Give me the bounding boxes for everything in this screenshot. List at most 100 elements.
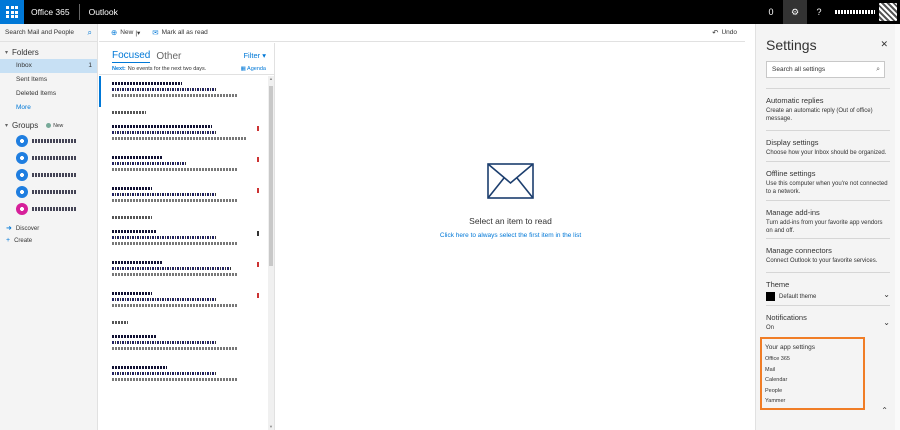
group-avatar-icon <box>16 168 28 181</box>
select-first-item-link[interactable]: Click here to always select the first it… <box>276 232 745 239</box>
flag-icon[interactable] <box>257 262 259 267</box>
agenda-button[interactable]: ▦ Agenda <box>241 66 266 72</box>
theme-selector[interactable]: Default theme <box>766 292 890 301</box>
app-settings-calendar[interactable]: Calendar <box>765 375 863 386</box>
group-item[interactable] <box>0 132 97 149</box>
help-button[interactable]: ? <box>807 0 831 24</box>
folders-header[interactable]: ▾ Folders <box>0 42 97 59</box>
list-item[interactable] <box>99 286 269 317</box>
setting-automatic-replies[interactable]: Automatic replies Create an automatic re… <box>766 88 890 123</box>
notifications-button[interactable]: 0 <box>759 0 783 24</box>
app-settings-office-365[interactable]: Office 365 <box>765 354 863 365</box>
agenda-label: Agenda <box>247 65 266 72</box>
setting-manage-connectors[interactable]: Manage connectors Connect Outlook to you… <box>766 238 890 265</box>
chevron-down-icon[interactable]: ⌄ <box>883 318 890 327</box>
group-name-redacted <box>32 172 76 177</box>
search-mail-box[interactable]: Search Mail and People ⌕ <box>0 24 97 42</box>
flag-icon[interactable] <box>257 157 259 162</box>
list-item[interactable] <box>99 360 269 391</box>
preview-redacted <box>112 168 237 171</box>
folder-deleted-items[interactable]: Deleted Items <box>0 87 97 101</box>
group-item[interactable] <box>0 166 97 183</box>
setting-heading[interactable]: Offline settings <box>766 169 890 178</box>
app-settings-people[interactable]: People <box>765 386 863 397</box>
search-icon[interactable]: ⌕ <box>876 62 880 77</box>
list-item[interactable] <box>99 119 269 150</box>
group-item[interactable] <box>0 149 97 166</box>
group-item[interactable] <box>0 200 97 217</box>
create-label: Create <box>14 238 33 244</box>
settings-gear-icon[interactable]: ⚙ <box>783 0 807 24</box>
setting-offline-settings[interactable]: Offline settings Use this computer when … <box>766 161 890 196</box>
list-item[interactable] <box>99 224 269 255</box>
app-settings-mail[interactable]: Mail <box>765 365 863 376</box>
chevron-down-icon[interactable]: ⌄ <box>883 290 890 299</box>
top-bar: Office 365 Outlook 0 ⚙ ? <box>0 0 900 24</box>
flag-icon[interactable] <box>257 293 259 298</box>
setting-manage-add-ins[interactable]: Manage add-ins Turn add-ins from your fa… <box>766 200 890 235</box>
discover-groups-link[interactable]: ➜ Discover <box>0 223 97 235</box>
scroll-thumb[interactable] <box>269 86 273 266</box>
scroll-down-icon[interactable]: ▼ <box>268 424 274 430</box>
create-group-link[interactable]: + Create <box>0 235 97 247</box>
settings-search-input[interactable]: Search all settings ⌕ <box>766 61 885 78</box>
new-group-button[interactable]: New <box>46 123 63 129</box>
avatar[interactable] <box>879 3 897 21</box>
flag-icon[interactable] <box>257 231 259 236</box>
tab-focused[interactable]: Focused <box>112 50 151 63</box>
list-item[interactable] <box>99 181 269 212</box>
setting-heading: Notifications <box>766 313 807 322</box>
setting-heading[interactable]: Manage connectors <box>766 246 890 255</box>
envelope-icon <box>487 163 534 199</box>
setting-display-settings[interactable]: Display settings Choose how your Inbox s… <box>766 130 890 157</box>
app-launcher-button[interactable] <box>0 0 24 24</box>
close-icon[interactable]: ✕ <box>880 39 888 50</box>
setting-heading[interactable]: Automatic replies <box>766 96 890 105</box>
arrow-icon: ➜ <box>6 225 12 232</box>
list-item[interactable] <box>99 150 269 181</box>
sender-redacted <box>112 366 167 369</box>
subject-redacted <box>112 267 232 270</box>
flag-icon[interactable] <box>257 126 259 131</box>
list-item[interactable] <box>99 76 269 107</box>
app-name[interactable]: Outlook <box>80 7 118 17</box>
search-icon[interactable]: ⌕ <box>88 28 92 38</box>
subject-redacted <box>112 193 217 196</box>
filter-button[interactable]: Filter ▾ <box>243 51 266 60</box>
list-item[interactable] <box>99 329 269 360</box>
flag-icon[interactable] <box>257 188 259 193</box>
settings-scrollbar[interactable] <box>895 24 900 430</box>
list-item[interactable] <box>99 255 269 286</box>
upcoming-events-row: Next: No events for the next two days. ▦… <box>99 63 274 75</box>
message-list-scrollbar[interactable]: ▲ ▼ <box>268 76 274 430</box>
group-item[interactable] <box>0 183 97 200</box>
setting-heading[interactable]: Display settings <box>766 138 890 147</box>
scroll-up-icon[interactable]: ▲ <box>268 76 274 82</box>
app-settings-yammer[interactable]: Yammer <box>765 396 863 407</box>
more-folders-link[interactable]: More <box>0 101 97 115</box>
new-message-button[interactable]: ⊕ New |▾ <box>111 28 140 37</box>
tab-other[interactable]: Other <box>156 51 181 63</box>
top-right-controls: 0 ⚙ ? <box>759 0 900 24</box>
mark-all-read-button[interactable]: ✉ Mark all as read <box>152 28 208 37</box>
groups-header[interactable]: ▾ Groups New <box>0 115 97 132</box>
user-name-redacted[interactable] <box>835 10 875 14</box>
next-text: No events for the next two days. <box>127 65 207 72</box>
folder-sent-items[interactable]: Sent Items <box>0 73 97 87</box>
undo-button[interactable]: ↶ Undo <box>712 28 737 37</box>
date-group-header <box>99 107 269 119</box>
folder-label: Sent Items <box>16 76 48 83</box>
reading-pane-title: Select an item to read <box>469 216 552 226</box>
setting-heading[interactable]: Manage add-ins <box>766 208 890 217</box>
chevron-up-icon[interactable]: ⌃ <box>881 406 888 415</box>
subject-redacted <box>112 236 217 239</box>
setting-theme[interactable]: Theme Default theme ⌄ <box>766 272 890 301</box>
folder-inbox[interactable]: Inbox 1 <box>0 59 97 73</box>
sender-redacted <box>112 335 157 338</box>
preview-redacted <box>112 94 237 97</box>
chevron-down-icon[interactable]: |▾ <box>135 29 140 37</box>
date-group-header <box>99 317 269 329</box>
brand-link[interactable]: Office 365 <box>24 4 80 20</box>
group-name-redacted <box>32 206 76 211</box>
setting-notifications[interactable]: Notifications On ⌄ <box>766 305 890 332</box>
